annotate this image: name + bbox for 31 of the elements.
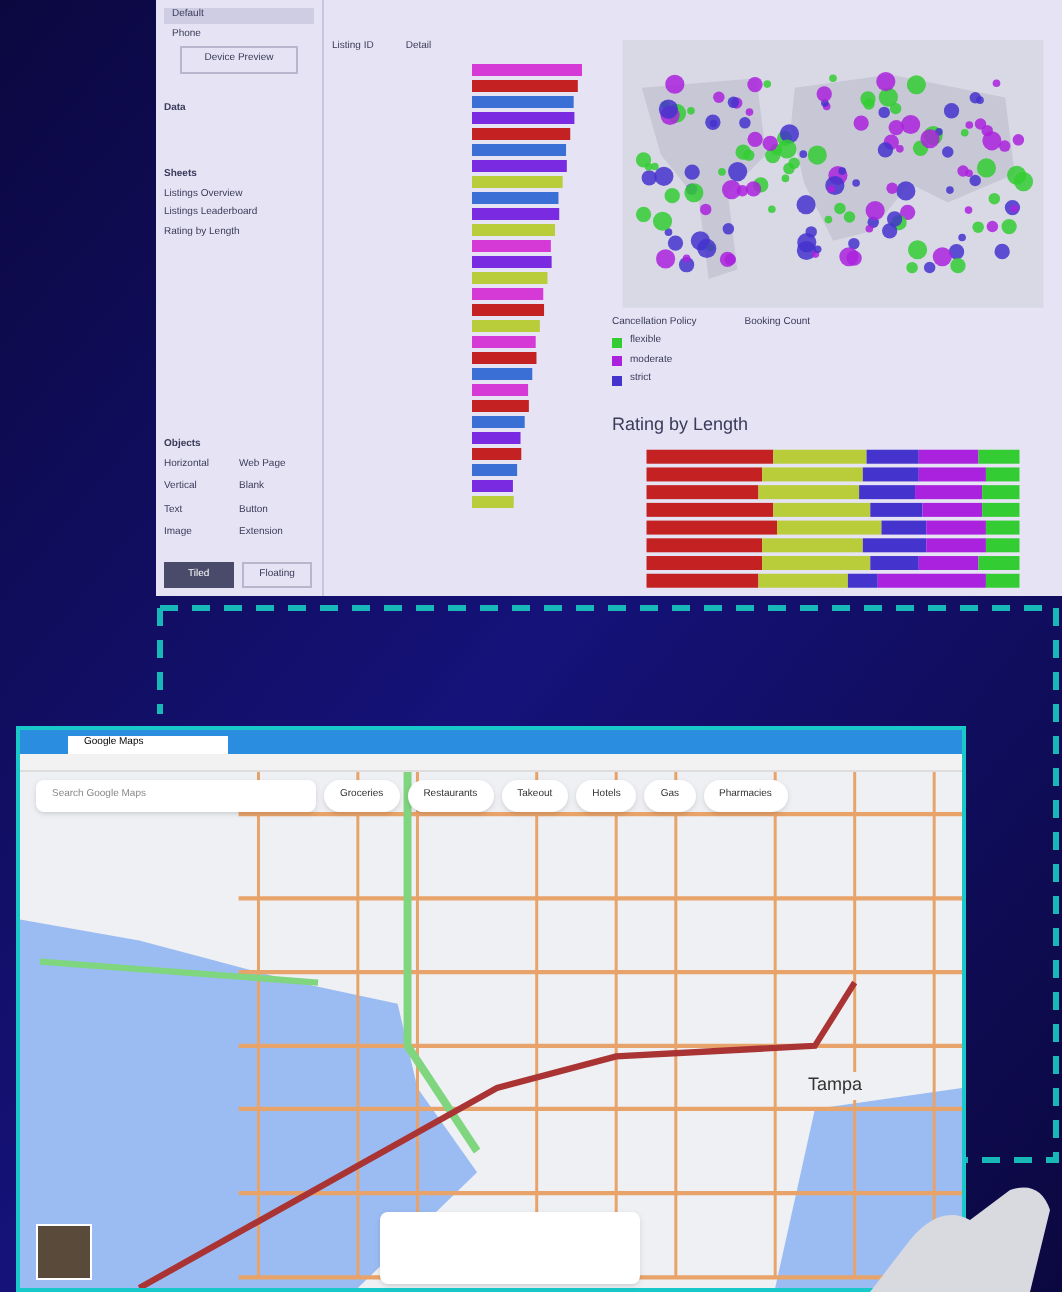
leaderboard-bar <box>472 303 545 315</box>
leaderboard-bar <box>472 223 556 235</box>
leaderboard-bar <box>472 95 574 107</box>
leaderboard-bar <box>472 351 537 363</box>
leaderboard-bar <box>472 431 521 443</box>
leaderboard-bar <box>472 287 544 299</box>
leaderboard-bar <box>472 159 567 171</box>
leaderboard-bar <box>472 191 559 203</box>
leaderboard-bar <box>472 143 567 155</box>
leaderboard-bar <box>472 479 513 491</box>
leaderboard-bar <box>472 63 582 75</box>
leaderboard-bar <box>472 335 536 347</box>
leaderboard-bar <box>472 399 529 411</box>
chart-title: Rating by Length <box>612 411 751 438</box>
leaderboard-bar <box>472 271 548 283</box>
leaderboard-bar <box>472 495 514 507</box>
leaderboard-bar <box>472 383 529 395</box>
leaderboard-bar <box>472 319 540 331</box>
leaderboard-bar <box>472 447 522 459</box>
leaderboard-bar <box>472 111 575 123</box>
city-label: Tampa <box>804 1072 867 1099</box>
leaderboard-bar <box>472 367 533 379</box>
leaderboard-bar <box>472 415 525 427</box>
leaderboard-bar <box>472 239 551 251</box>
leaderboard-bar <box>472 175 563 187</box>
leaderboard-bar <box>472 255 552 267</box>
leaderboard-bar <box>472 463 518 475</box>
satellite-thumbnail[interactable] <box>36 1224 92 1280</box>
leaderboard-bar <box>472 127 571 139</box>
leaderboard-bar <box>472 207 560 219</box>
leaderboard-bar <box>472 79 578 91</box>
